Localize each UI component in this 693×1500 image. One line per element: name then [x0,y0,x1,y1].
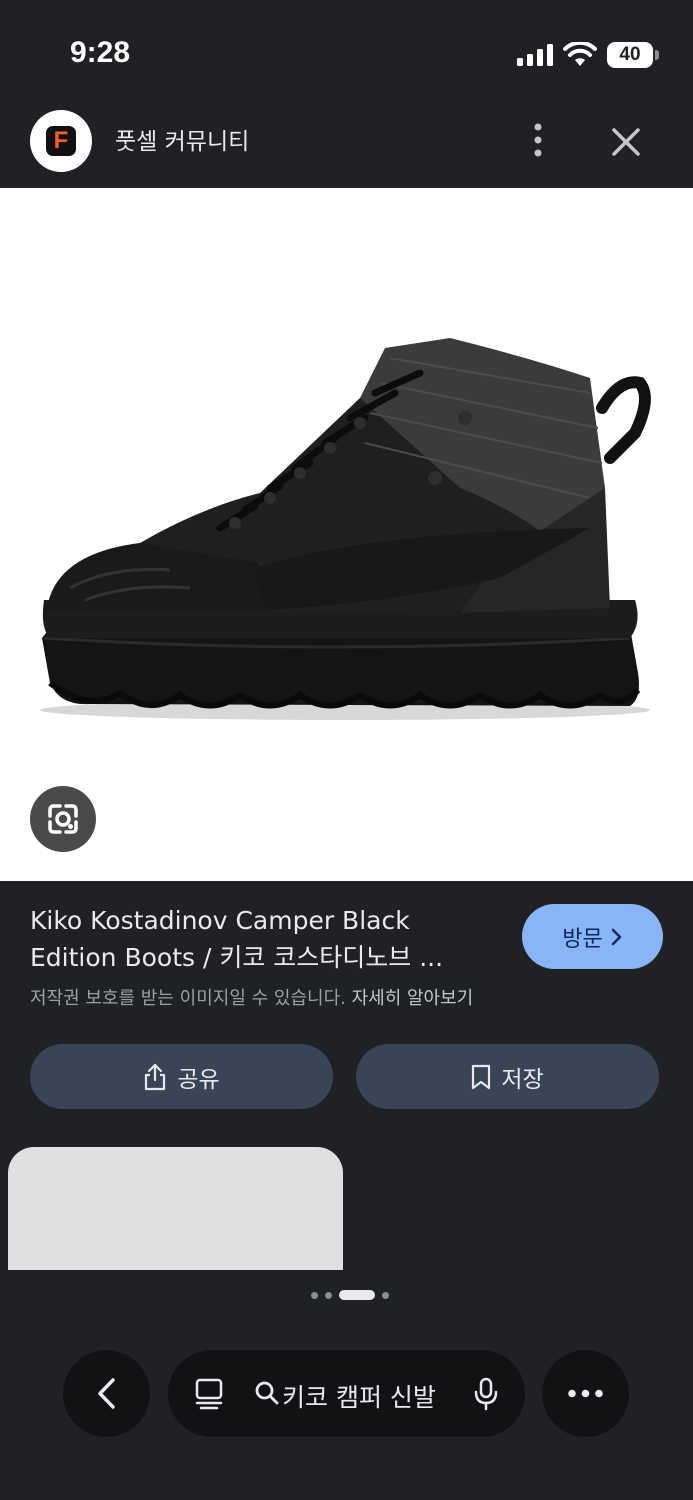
back-icon [98,1378,115,1409]
search-query[interactable]: 키코 캠퍼 신발 [282,1378,436,1414]
signal-icon [517,44,553,66]
share-button[interactable]: 공유 [30,1044,333,1109]
result-title-line1: Kiko Kostadinov Camper Black [30,906,410,935]
site-logo: F [30,110,92,172]
save-button[interactable]: 저장 [356,1044,659,1109]
more-menu-button[interactable] [542,1350,629,1437]
share-icon [145,1063,166,1090]
site-name[interactable]: 풋셀 커뮤니티 [115,122,249,156]
search-bar[interactable]: 키코 캠퍼 신발 [168,1350,525,1437]
copyright-text: 저작권 보호를 받는 이미지일 수 있습니다. [30,988,346,1009]
bottom-toolbar: 키코 캠퍼 신발 [0,1345,693,1440]
mic-icon[interactable] [473,1377,499,1411]
result-title-line2: Edition Boots / 키코 코스타디노브 ... [30,943,444,972]
site-header: F 풋셀 커뮤니티 [0,100,693,188]
page-dot [324,1291,332,1299]
visit-button-label: 방문 [562,926,603,952]
result-image[interactable] [0,188,693,881]
status-time: 9:28 [70,36,131,69]
page-indicator [0,1288,693,1302]
save-button-label: 저장 [501,1066,544,1093]
result-title[interactable]: Kiko Kostadinov Camper Black Edition Boo… [30,902,490,976]
share-button-label: 공유 [177,1066,220,1093]
page-dot [310,1291,318,1299]
copyright-notice: 저작권 보호를 받는 이미지일 수 있습니다. 자세히 알아보기 [30,984,473,1010]
google-lens-icon [48,804,78,834]
more-horizontal-icon [568,1389,603,1398]
page-dot [381,1291,389,1299]
page-dot-active [338,1290,375,1300]
site-logo-letter: F [46,126,76,156]
related-image-card[interactable] [8,1147,343,1270]
wifi-icon [563,42,597,66]
google-lens-button[interactable] [30,786,96,852]
visit-button[interactable]: 방문 [522,904,663,969]
search-icon [255,1381,279,1405]
more-vertical-icon[interactable] [518,118,558,162]
tabs-icon[interactable] [194,1378,224,1410]
close-icon[interactable] [604,120,648,164]
battery-level: 40 [619,44,641,65]
learn-more-link[interactable]: 자세히 알아보기 [352,988,474,1009]
status-bar: 9:28 40 [0,0,693,100]
back-button[interactable] [63,1350,150,1437]
boot-image [40,338,651,720]
chevron-right-icon [611,928,621,945]
bookmark-icon [472,1064,491,1089]
battery-icon: 40 [607,42,659,68]
